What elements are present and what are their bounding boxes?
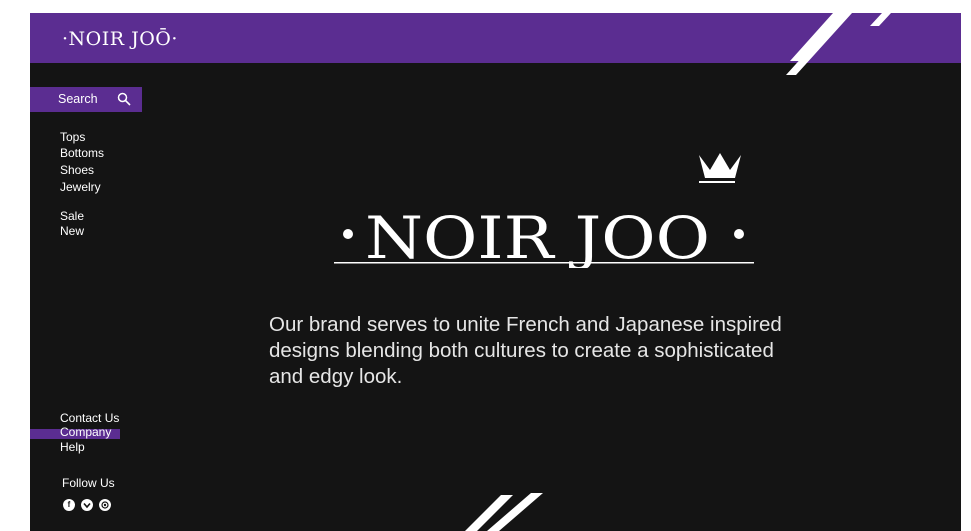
search-label: Search <box>58 92 98 106</box>
twitter-icon[interactable] <box>81 499 93 511</box>
nav-jewelry[interactable]: Jewelry <box>60 179 101 195</box>
decorative-stripes-top <box>786 13 891 75</box>
description-line: designs blending both cultures to create… <box>269 339 774 362</box>
svg-text:NOIR JOO: NOIR JOO <box>365 204 710 268</box>
nav-tops[interactable]: Tops <box>60 129 85 145</box>
description-line: Our brand serves to unite French and Jap… <box>269 313 782 336</box>
nav-shoes[interactable]: Shoes <box>60 162 94 178</box>
nav-sale[interactable]: Sale <box>60 208 84 224</box>
description-line: and edgy look. <box>269 365 403 388</box>
nav-new[interactable]: New <box>60 223 84 239</box>
follow-us-label: Follow Us <box>62 476 115 490</box>
nav-bottoms[interactable]: Bottoms <box>60 145 104 161</box>
brand-logo[interactable]: ·NOIR JOŌ· <box>62 28 178 50</box>
instagram-icon[interactable] <box>99 499 111 511</box>
brand-description: Our brand serves to unite French and Jap… <box>269 312 829 390</box>
nav-help[interactable]: Help <box>60 439 85 455</box>
hero-logo: NOIR JOO <box>334 153 754 268</box>
facebook-icon[interactable]: f <box>63 499 75 511</box>
page-frame: ·NOIR JOŌ· Search Tops Bottoms Shoes Jew… <box>30 13 961 531</box>
crown-icon <box>699 153 741 178</box>
search-icon <box>117 92 131 106</box>
nav-company[interactable]: Company <box>60 424 111 440</box>
search-button[interactable]: Search <box>30 87 142 112</box>
decorative-stripes-bottom <box>465 493 543 531</box>
